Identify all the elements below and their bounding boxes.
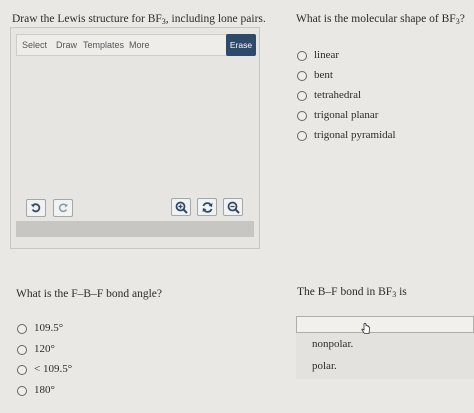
zoom-out-icon	[227, 201, 240, 214]
radio-button[interactable]	[17, 386, 27, 396]
radio-button[interactable]	[297, 111, 307, 121]
hand-cursor-icon	[361, 323, 370, 334]
dropdown-option-polar[interactable]: polar.	[312, 360, 337, 372]
undo-icon	[30, 203, 41, 213]
q1-title: Draw the Lewis structure for BF3, includ…	[12, 13, 266, 26]
radio-button[interactable]	[17, 365, 27, 375]
zoom-out-button[interactable]	[223, 198, 243, 216]
q2-title: What is the molecular shape of BF3?	[296, 13, 465, 26]
erase-button[interactable]: Erase	[226, 34, 256, 56]
reset-zoom-icon	[202, 201, 212, 213]
q4-title: The B–F bond in BF3 is	[297, 286, 407, 299]
radio-button[interactable]	[17, 345, 27, 355]
drawing-status-bar	[16, 221, 254, 237]
radio-button[interactable]	[297, 71, 307, 81]
bond-polarity-dropdown[interactable]	[296, 316, 474, 333]
radio-button[interactable]	[17, 324, 27, 334]
radio-button[interactable]	[297, 51, 307, 61]
draw-tool[interactable]: Draw	[56, 40, 77, 50]
more-tool[interactable]: More	[129, 40, 150, 50]
radio-button[interactable]	[297, 91, 307, 101]
dropdown-option-nonpolar[interactable]: nonpolar.	[312, 338, 353, 350]
select-tool[interactable]: Select	[22, 40, 47, 50]
zoom-in-button[interactable]	[171, 198, 191, 216]
zoom-in-icon	[175, 201, 188, 214]
redo-button[interactable]	[53, 199, 73, 217]
templates-tool[interactable]: Templates	[83, 40, 124, 50]
q3-title: What is the F–B–F bond angle?	[16, 288, 162, 300]
drawing-toolbar: Select Draw Templates More	[16, 34, 254, 56]
radio-button[interactable]	[297, 131, 307, 141]
dropdown-menu: nonpolar. polar.	[296, 333, 474, 379]
lewis-drawing-panel[interactable]: Select Draw Templates More Erase	[10, 27, 260, 249]
redo-icon	[58, 203, 69, 213]
undo-button[interactable]	[26, 199, 46, 217]
reset-zoom-button[interactable]	[197, 198, 217, 216]
